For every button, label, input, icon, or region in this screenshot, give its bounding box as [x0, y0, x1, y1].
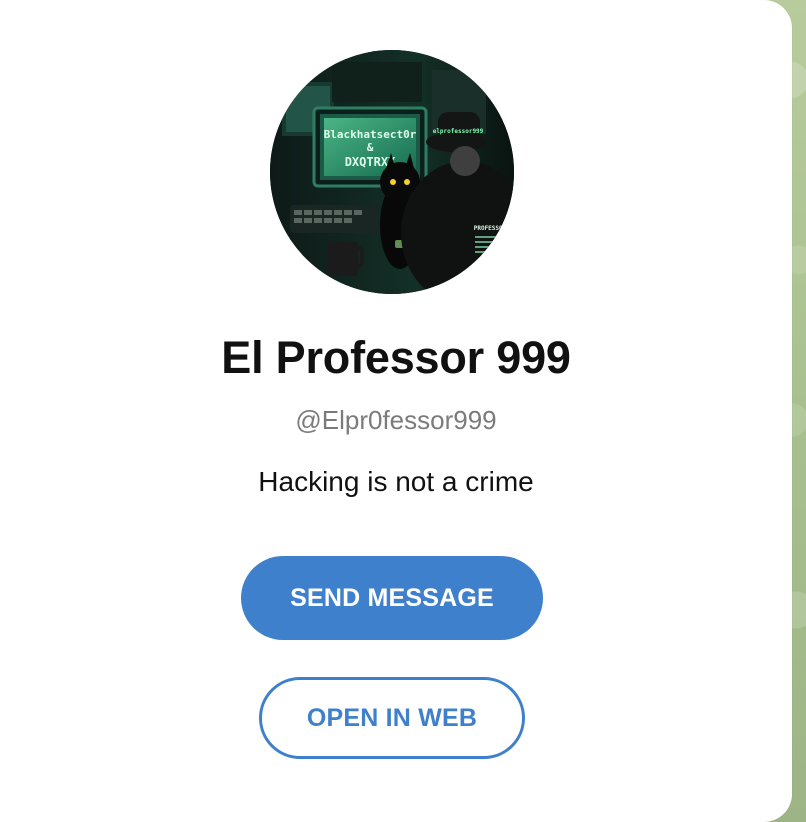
send-message-button[interactable]: SEND MESSAGE: [241, 556, 543, 640]
monitor-text-line2: &: [367, 141, 374, 154]
profile-card: Blackhatsect0r & DXQTRXX elprofessor999 …: [0, 0, 792, 822]
jacket-text: PROFESSOR: [474, 225, 507, 232]
open-in-web-button[interactable]: OPEN IN WEB: [259, 677, 525, 759]
profile-bio: Hacking is not a crime: [258, 466, 534, 497]
profile-name: El Professor 999: [221, 332, 571, 383]
hat-text: elprofessor999: [433, 128, 484, 135]
profile-username: @Elpr0fessor999: [295, 405, 497, 435]
avatar-image: Blackhatsect0r & DXQTRXX elprofessor999 …: [270, 50, 514, 294]
monitor-text-line1: Blackhatsect0r: [324, 128, 417, 141]
avatar: Blackhatsect0r & DXQTRXX elprofessor999 …: [270, 50, 514, 294]
